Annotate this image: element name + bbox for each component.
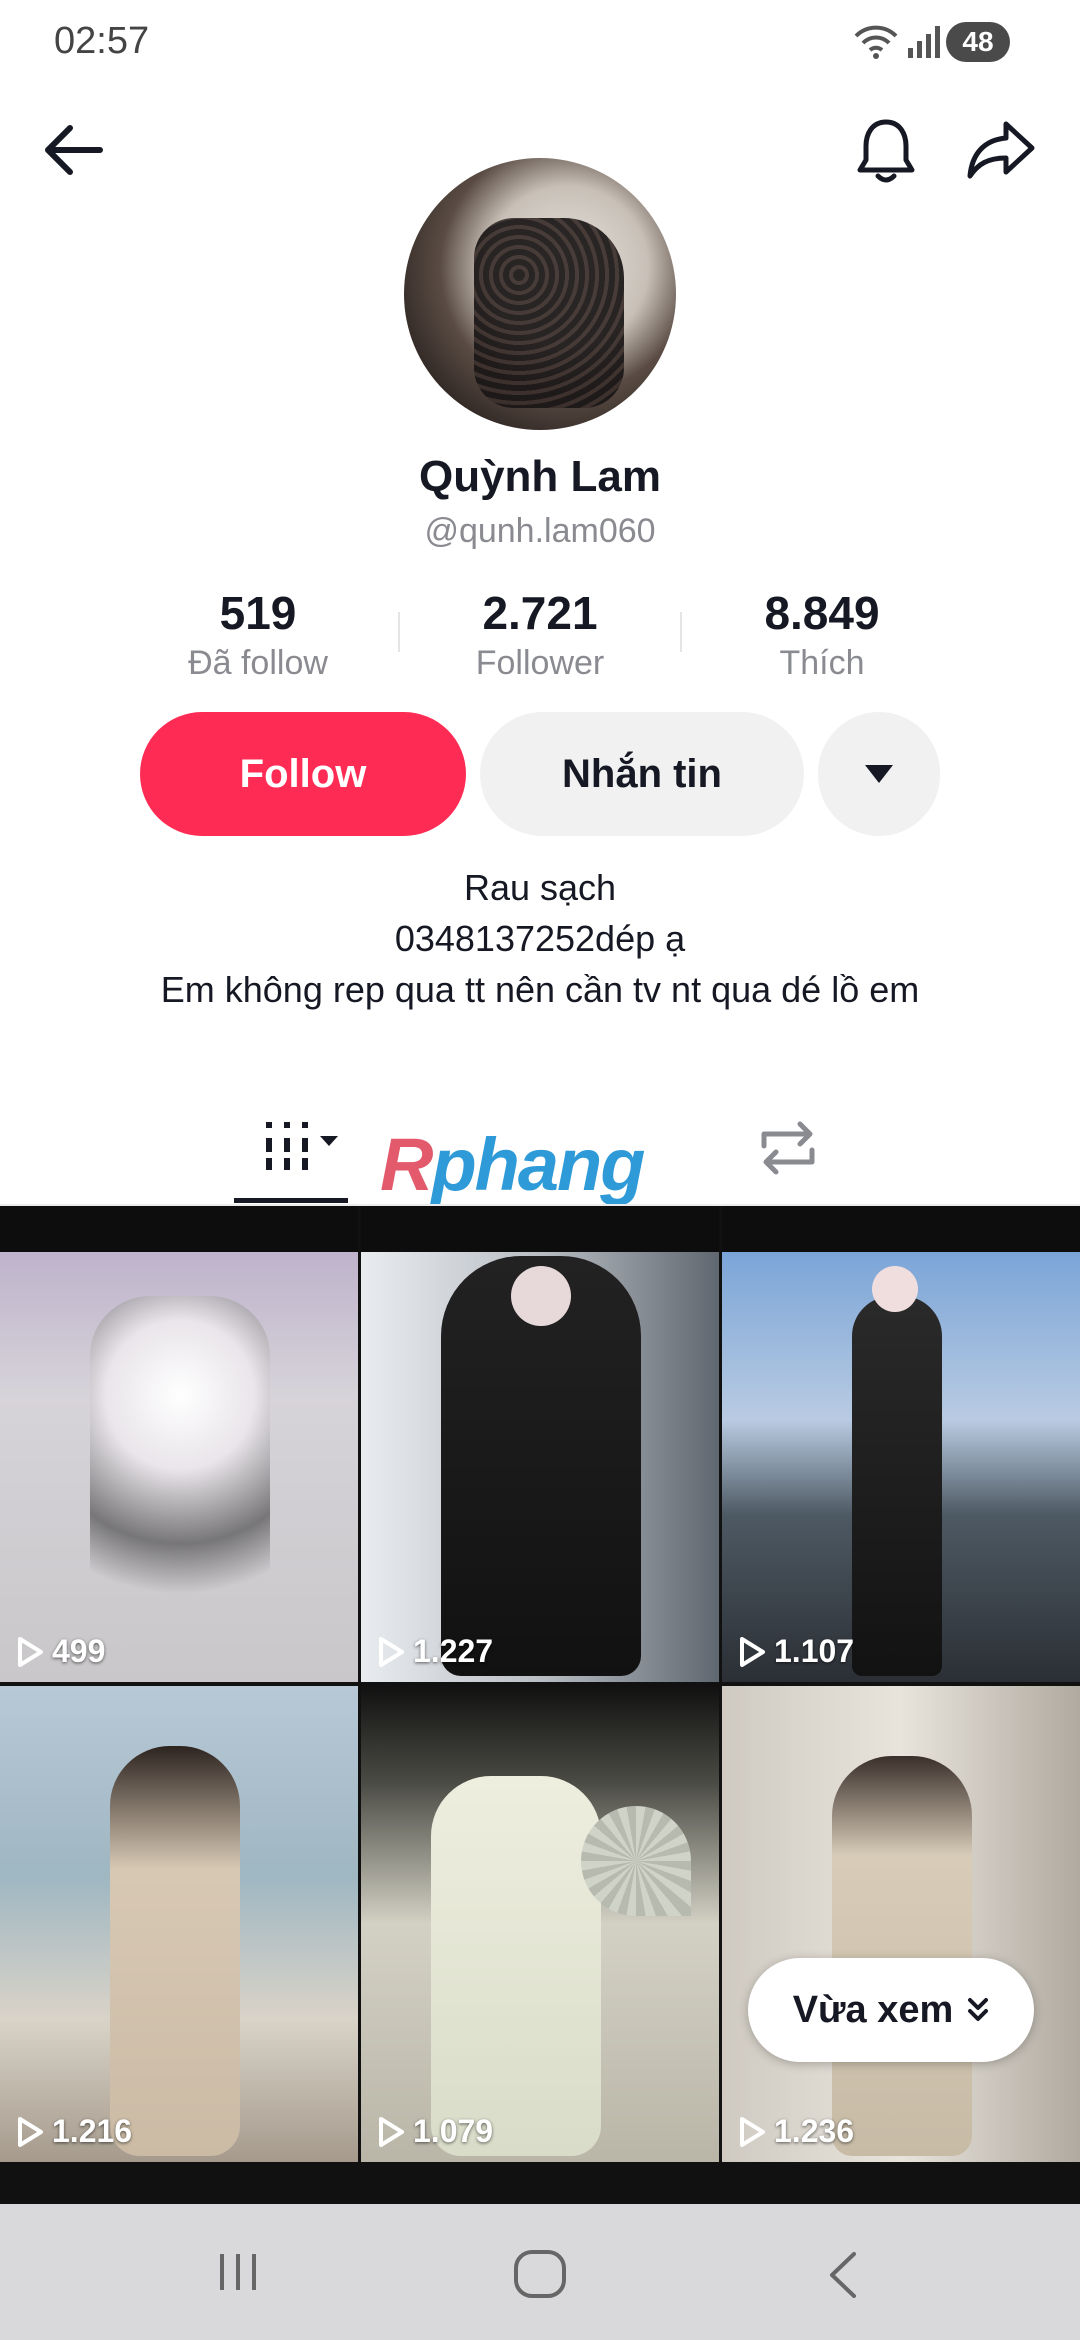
stat-likes[interactable]: 8.849 Thích xyxy=(692,586,952,683)
stat-following-value: 519 xyxy=(219,587,297,639)
bio-line: Em không rep qua tt nên cần tv nt qua dé… xyxy=(160,969,920,1010)
follow-button[interactable]: Follow xyxy=(140,712,466,836)
recently-viewed-button[interactable]: Vừa xem xyxy=(748,1958,1034,2062)
profile-handle: @qunh.lam060 xyxy=(424,512,656,550)
video-thumbnail xyxy=(872,1266,918,1312)
video-views: 499 xyxy=(16,1633,105,1670)
video-tile[interactable]: 1.227 xyxy=(361,1206,719,1682)
stat-following[interactable]: 519 Đã follow xyxy=(128,586,388,683)
video-tile[interactable]: 1.216 xyxy=(0,1686,358,2162)
video-view-count: 499 xyxy=(52,1633,106,1669)
home-icon[interactable] xyxy=(512,2250,568,2298)
play-icon xyxy=(18,2116,43,2147)
play-icon xyxy=(18,1636,43,1667)
video-tile[interactable]: 499 xyxy=(0,1206,358,1682)
signal-icon xyxy=(908,26,940,58)
status-time: 02:57 xyxy=(54,20,150,62)
video-views: 1.227 xyxy=(377,1633,493,1670)
video-thumb-bar xyxy=(361,1206,719,1252)
stat-followers-label: Follower xyxy=(475,644,605,682)
more-options-button[interactable] xyxy=(818,712,940,836)
avatar-photo xyxy=(474,218,624,408)
share-icon[interactable] xyxy=(966,118,1036,180)
video-thumb-bar xyxy=(722,1206,1080,1252)
video-thumbnail xyxy=(431,1776,601,2156)
video-thumbnail xyxy=(832,1756,972,2156)
video-views: 1.079 xyxy=(377,2113,493,2150)
video-thumbnail xyxy=(90,1296,270,1626)
stat-followers-value: 2.721 xyxy=(482,587,598,639)
video-tile[interactable]: 1.107 xyxy=(722,1206,1080,1682)
video-tile[interactable]: 1.236 xyxy=(722,1686,1080,2162)
watermark-text: phang xyxy=(431,1123,645,1206)
video-thumb-bar xyxy=(0,1206,358,1252)
video-view-count: 1.107 xyxy=(774,1633,855,1669)
video-view-count: 1.216 xyxy=(52,2113,133,2149)
stat-likes-label: Thích xyxy=(779,644,865,682)
stat-divider xyxy=(398,612,400,652)
profile-name: Quỳnh Lam xyxy=(418,452,662,501)
status-bar: 02:57 48 xyxy=(0,0,1080,84)
video-tile[interactable]: 1.079 xyxy=(361,1686,719,2162)
video-view-count: 1.079 xyxy=(413,2113,494,2149)
video-views: 1.236 xyxy=(738,2113,854,2150)
play-icon xyxy=(379,2116,404,2147)
profile-bio: Rau sạch 0348137252dép ạ Em không rep qu… xyxy=(120,862,960,1015)
stat-followers[interactable]: 2.721 Follower xyxy=(410,586,670,683)
arrow-left-icon[interactable] xyxy=(40,122,106,178)
watermark-r: R xyxy=(380,1123,433,1206)
system-nav-bar xyxy=(0,2204,1080,2340)
stat-divider xyxy=(680,612,682,652)
bio-line: 0348137252dép ạ xyxy=(394,918,686,959)
video-thumbnail xyxy=(581,1806,691,1916)
avatar[interactable] xyxy=(404,158,676,430)
tab-active-indicator xyxy=(234,1198,348,1203)
video-thumbnail xyxy=(852,1296,942,1676)
grid-icon[interactable] xyxy=(262,1118,346,1174)
video-views: 1.216 xyxy=(16,2113,132,2150)
double-chevron-down-icon xyxy=(968,1998,989,2021)
stat-following-label: Đã follow xyxy=(188,644,328,682)
video-view-count: 1.236 xyxy=(774,2113,855,2149)
recently-viewed-label: Vừa xem xyxy=(792,1988,954,2031)
play-icon xyxy=(740,2116,765,2147)
play-icon xyxy=(740,1636,765,1667)
bio-line: Rau sạch xyxy=(463,867,617,908)
video-grid-next-row xyxy=(0,2166,1080,2206)
back-nav-icon[interactable] xyxy=(822,2250,862,2300)
video-views: 1.107 xyxy=(738,1633,854,1670)
play-icon xyxy=(379,1636,404,1667)
video-thumbnail xyxy=(511,1266,571,1326)
message-button[interactable]: Nhắn tin xyxy=(480,712,804,836)
repost-icon[interactable] xyxy=(756,1118,820,1178)
caret-down-icon xyxy=(865,765,893,783)
video-view-count: 1.227 xyxy=(413,1633,494,1669)
wifi-icon xyxy=(854,25,898,59)
video-thumbnail xyxy=(110,1746,240,2156)
watermark-logo: Rphang xyxy=(380,1128,710,1202)
bell-icon[interactable] xyxy=(854,116,918,186)
battery-indicator: 48 xyxy=(946,22,1010,62)
stat-likes-value: 8.849 xyxy=(764,587,880,639)
recent-apps-icon[interactable] xyxy=(214,2250,262,2294)
